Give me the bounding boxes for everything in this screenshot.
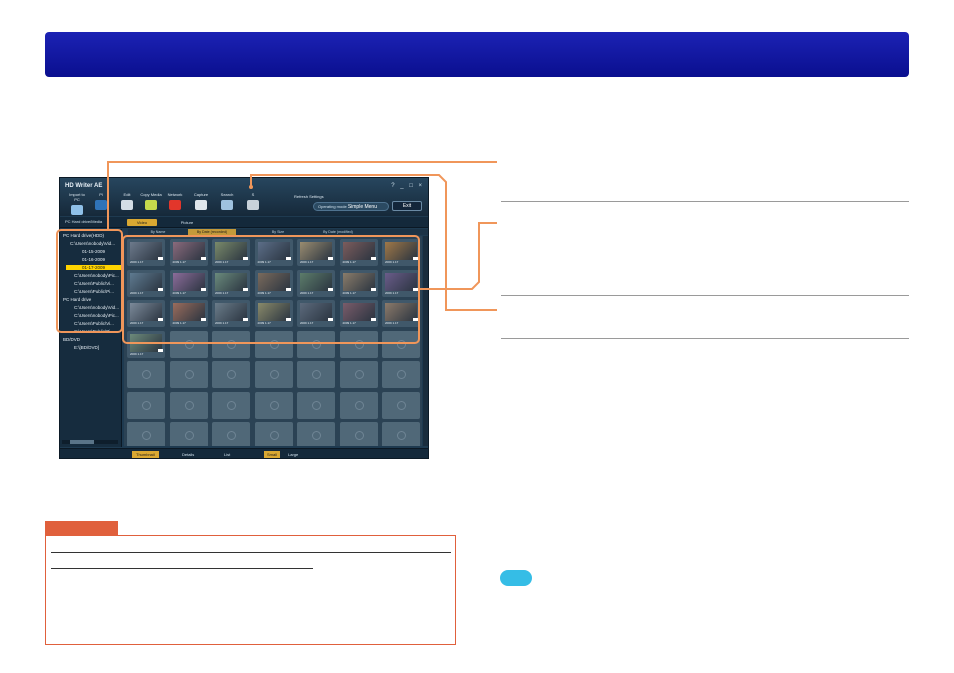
hint-badge (500, 570, 532, 586)
note-underline (51, 568, 313, 569)
note-box (45, 535, 456, 645)
divider (501, 338, 909, 339)
divider (501, 295, 909, 296)
note-tab (45, 521, 118, 536)
divider (501, 201, 909, 202)
note-underline (51, 552, 451, 553)
